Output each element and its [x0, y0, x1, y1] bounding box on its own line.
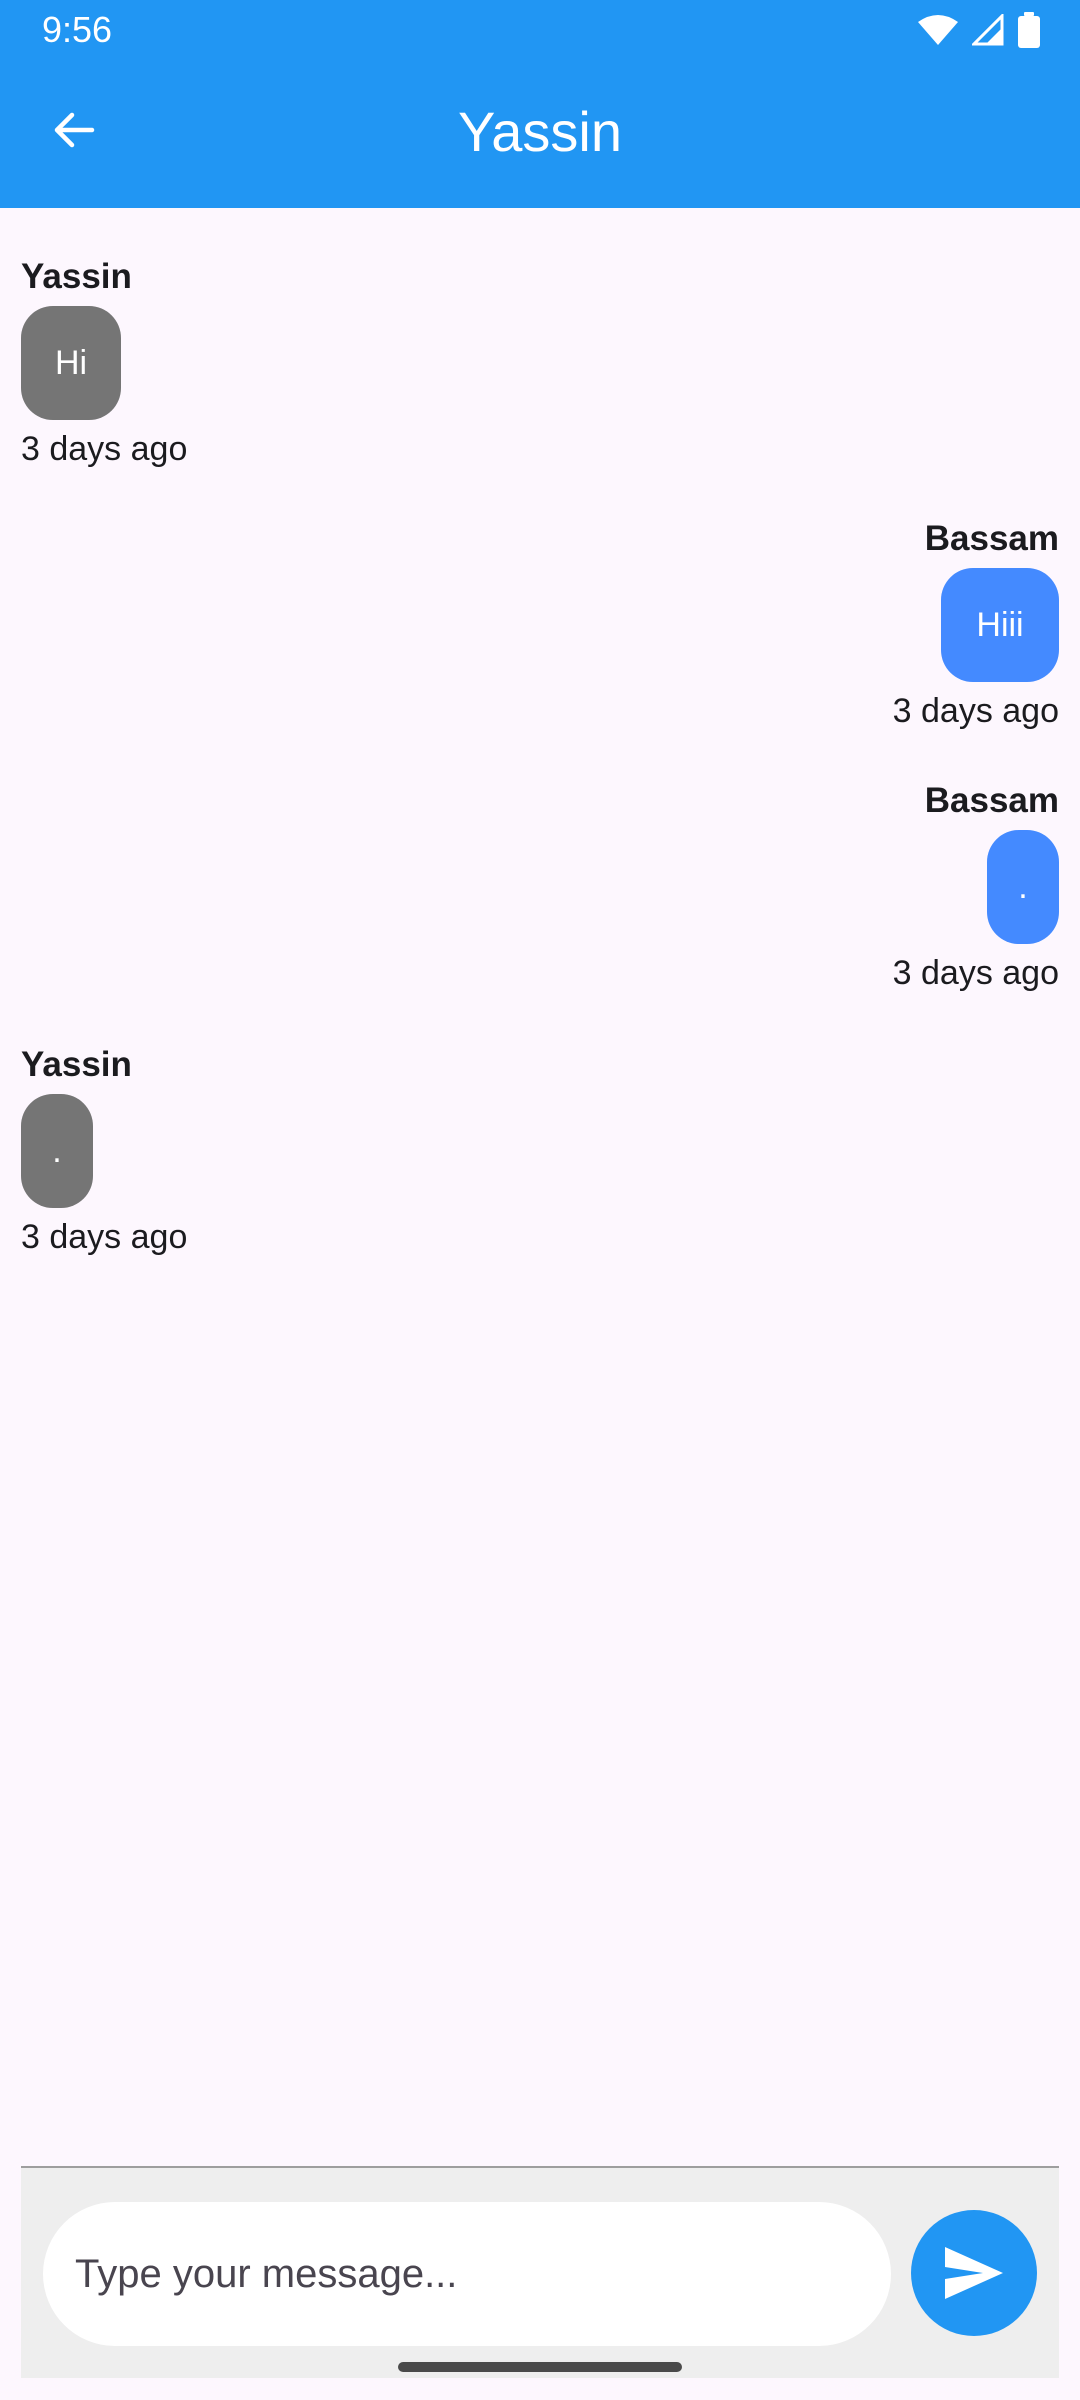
message-item: Bassam Hiii 3 days ago — [893, 518, 1059, 732]
message-sender: Yassin — [21, 1045, 132, 1084]
message-input[interactable] — [43, 2202, 891, 2346]
app-bar: 9:56 Yassin — [0, 0, 1080, 208]
message-bubble[interactable]: . — [21, 1094, 93, 1208]
message-bubble[interactable]: . — [987, 830, 1059, 944]
message-bubble[interactable]: Hiii — [941, 568, 1059, 682]
message-bubble[interactable]: Hi — [21, 306, 121, 420]
message-timestamp: 3 days ago — [892, 954, 1059, 992]
home-indicator[interactable] — [398, 2362, 682, 2372]
message-timestamp: 3 days ago — [892, 692, 1059, 730]
status-time: 9:56 — [42, 9, 113, 50]
cellular-signal-icon — [972, 14, 1004, 46]
message-item: Yassin . 3 days ago — [21, 1044, 187, 1258]
message-composer — [21, 2168, 1059, 2378]
status-icons — [918, 12, 1040, 48]
send-icon — [945, 2247, 1003, 2299]
message-sender: Bassam — [924, 781, 1059, 820]
message-sender: Yassin — [21, 257, 132, 296]
battery-icon — [1018, 12, 1040, 48]
message-sender: Bassam — [924, 519, 1059, 558]
message-item: Bassam . 3 days ago — [893, 780, 1059, 994]
message-timestamp: 3 days ago — [21, 430, 188, 468]
message-item: Yassin Hi 3 days ago — [21, 256, 187, 470]
wifi-icon — [918, 15, 958, 45]
message-timestamp: 3 days ago — [21, 1218, 188, 1256]
chat-title: Yassin — [458, 100, 622, 163]
send-button[interactable] — [911, 2210, 1037, 2336]
